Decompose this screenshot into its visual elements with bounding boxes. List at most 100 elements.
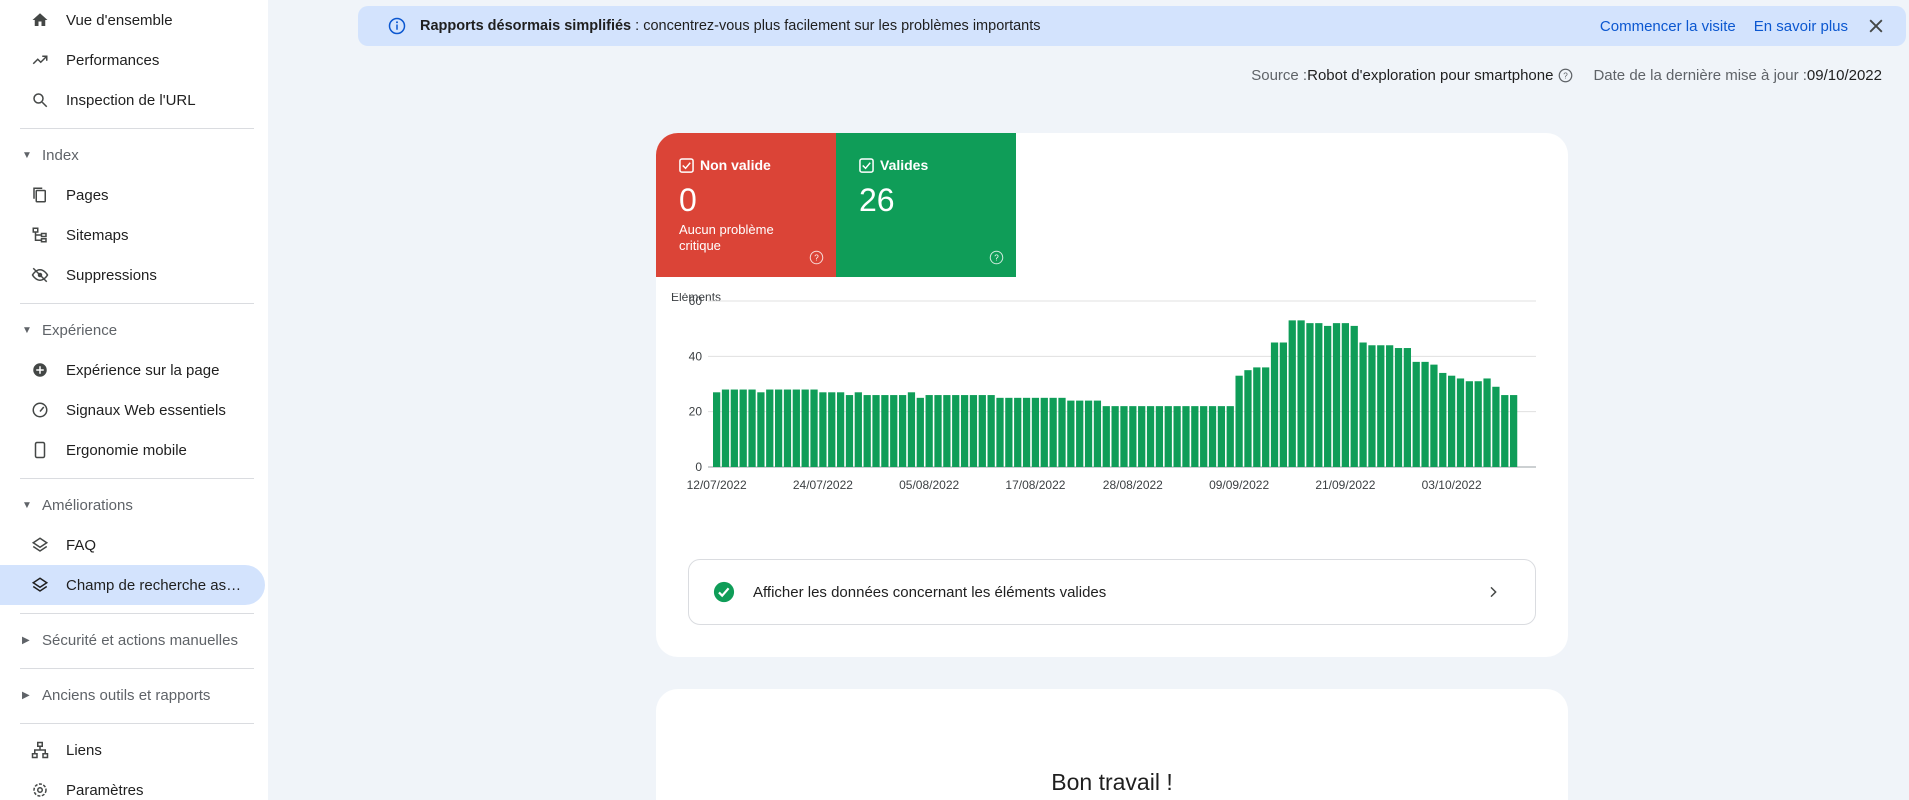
bar [872, 395, 880, 467]
bar [801, 389, 809, 467]
checkbox-icon[interactable] [679, 157, 694, 173]
invalid-sub: Aucun problème critique [679, 222, 774, 253]
chevron-right-icon [1490, 586, 1497, 598]
nav-page-experience-label: Expérience sur la page [66, 361, 220, 379]
bar [1465, 381, 1473, 467]
bar [1394, 348, 1403, 467]
nav-core-web-vitals-label: Signaux Web essentiels [66, 401, 226, 419]
info-icon [388, 17, 406, 35]
help-icon[interactable]: ? [1558, 68, 1573, 83]
bar [1014, 397, 1022, 467]
sidebar-divider [20, 478, 254, 479]
nav-mobile-usability[interactable]: Ergonomie mobile [0, 430, 265, 470]
nav-page-experience[interactable]: Expérience sur la page [0, 350, 265, 390]
nav-sitemaps-label: Sitemaps [66, 226, 129, 244]
nav-sitelinks-search[interactable]: Champ de recherche associé aux liens sit… [0, 565, 265, 605]
layers-icon [30, 575, 50, 595]
y-tick-label: 60 [689, 294, 703, 308]
nav-performance[interactable]: Performances [0, 40, 265, 80]
learn-more-link[interactable]: En savoir plus [1754, 18, 1848, 35]
trending-up-icon [30, 50, 50, 70]
sidebar-divider [20, 128, 254, 129]
nav-url-inspection[interactable]: Inspection de l'URL [0, 80, 265, 120]
valid-tile[interactable]: Valides 26 ? [836, 133, 1016, 277]
section-security[interactable]: ▶ Sécurité et actions manuelles [0, 625, 238, 655]
bar [1350, 325, 1358, 467]
home-icon [30, 10, 50, 30]
bar [1049, 397, 1057, 467]
bar [1200, 406, 1208, 467]
nav-removals[interactable]: Suppressions [0, 255, 265, 295]
bar [1492, 386, 1500, 467]
bar [1448, 375, 1456, 467]
y-tick-label: 0 [695, 460, 702, 474]
bar [1253, 367, 1261, 467]
x-tick-label: 05/08/2022 [899, 478, 959, 492]
bar [1359, 342, 1367, 467]
nav-core-web-vitals[interactable]: Signaux Web essentiels [0, 390, 265, 430]
nav-faq[interactable]: FAQ [0, 525, 265, 565]
bar [730, 389, 738, 467]
bar [1421, 361, 1429, 467]
bar [1368, 345, 1376, 467]
show-valid-items-row[interactable]: Afficher les données concernant les élém… [688, 559, 1536, 625]
nav-overview[interactable]: Vue d'ensemble [0, 0, 265, 40]
bar [1501, 395, 1509, 467]
section-index[interactable]: ▼ Index [0, 140, 79, 170]
svg-text:?: ? [1564, 72, 1569, 81]
bar [1067, 400, 1075, 467]
help-icon[interactable]: ? [989, 250, 1004, 265]
bar [1288, 320, 1296, 467]
last-updated-value: 09/10/2022 [1806, 67, 1882, 84]
bar [1456, 378, 1465, 467]
section-experience[interactable]: ▼ Expérience [0, 315, 117, 345]
nav-sitelinks-search-label: Champ de recherche associé aux liens sit… [66, 576, 244, 594]
bar [1412, 361, 1420, 467]
speedometer-icon [30, 400, 50, 420]
x-tick-label: 03/10/2022 [1422, 478, 1482, 492]
caret-down-icon: ▼ [22, 499, 32, 511]
bar [1022, 397, 1031, 467]
nav-links[interactable]: Liens [0, 730, 265, 770]
bar [1403, 348, 1411, 467]
section-legacy[interactable]: ▶ Anciens outils et rapports [0, 680, 210, 710]
status-card: Bon travail ! [656, 689, 1568, 800]
bar [898, 395, 907, 467]
close-icon[interactable] [1866, 16, 1886, 36]
nav-sitemaps[interactable]: Sitemaps [0, 215, 265, 255]
bar [766, 389, 774, 467]
bar [757, 392, 765, 467]
sidebar-divider [20, 303, 254, 304]
svg-text:?: ? [994, 254, 999, 263]
help-icon[interactable]: ? [809, 250, 824, 265]
bar [721, 389, 730, 467]
eye-off-icon [30, 265, 50, 285]
section-enhancements[interactable]: ▼ Améliorations [0, 490, 133, 520]
bar [1173, 406, 1181, 467]
bar [1306, 323, 1314, 467]
bar [713, 392, 721, 467]
section-security-label: Sécurité et actions manuelles [42, 631, 238, 649]
y-tick-label: 20 [689, 405, 703, 419]
bar [783, 389, 792, 467]
bar [774, 389, 783, 467]
caret-right-icon: ▶ [22, 634, 30, 646]
bar [1040, 397, 1048, 467]
source-label: Source : [1251, 67, 1308, 84]
bar [1146, 406, 1155, 467]
nav-pages[interactable]: Pages [0, 175, 265, 215]
bar [1182, 406, 1190, 467]
nav-performance-label: Performances [66, 51, 160, 69]
checkbox-icon[interactable] [859, 157, 874, 173]
nav-settings[interactable]: Paramètres [0, 770, 265, 800]
items-bar-chart: Éléments 020406012/07/2022 24/07/2022 05/0… [671, 293, 1536, 492]
plus-circle-icon [30, 360, 50, 380]
start-tour-link[interactable]: Commencer la visite [1600, 18, 1736, 35]
bar [739, 389, 747, 467]
network-icon [30, 740, 50, 760]
bar [863, 395, 871, 467]
pages-icon [30, 185, 50, 205]
section-experience-label: Expérience [42, 321, 118, 339]
invalid-tile[interactable]: Non valide 0 Aucun problème critique ? [656, 133, 836, 277]
bar [1164, 406, 1172, 467]
